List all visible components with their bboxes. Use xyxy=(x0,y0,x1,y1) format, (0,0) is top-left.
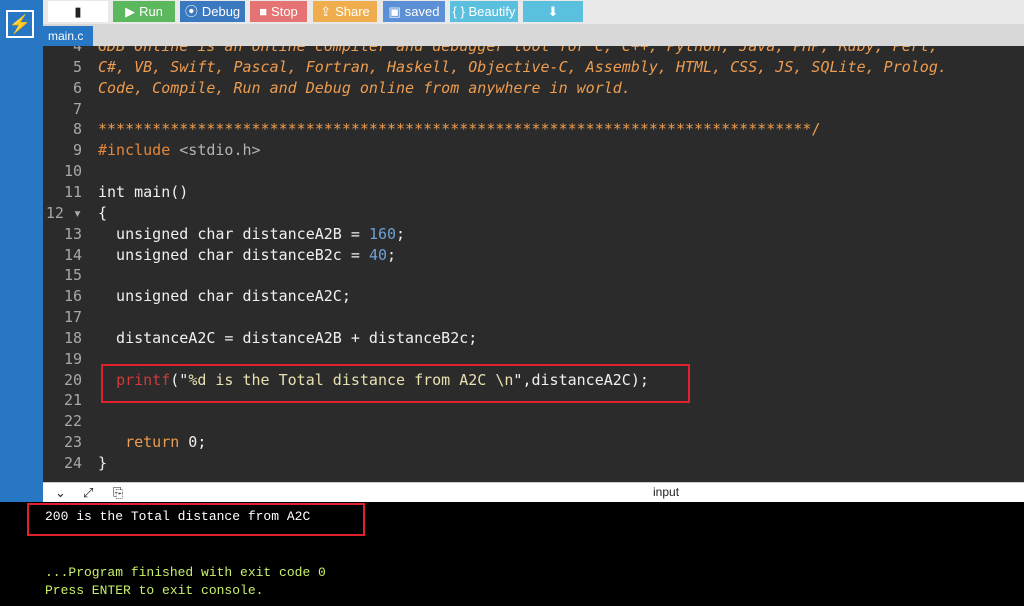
code-token: Code, Compile, Run and Debug online from… xyxy=(98,78,631,97)
line-number: 9 xyxy=(72,141,82,160)
panel-title[interactable]: input xyxy=(653,485,679,499)
line-number: 7 xyxy=(72,99,82,118)
line-number: 21 xyxy=(63,391,82,410)
beautify-label: { } Beautify xyxy=(452,4,516,19)
share-label: Share xyxy=(335,4,370,19)
code-line[interactable]: } xyxy=(98,453,107,474)
code-line[interactable]: Code, Compile, Run and Debug online from… xyxy=(98,78,631,99)
debug-label: Debug xyxy=(201,4,241,19)
save-button[interactable]: ▣ saved xyxy=(383,1,445,22)
code-token: GDB Online is an online compiler and deb… xyxy=(98,46,938,55)
code-line[interactable]: unsigned char distanceA2C; xyxy=(98,286,351,307)
save-label: saved xyxy=(404,4,440,19)
code-token: distanceA2C = distanceA2B + distanceB2c; xyxy=(98,328,478,347)
line-number: 12 ▾ xyxy=(45,203,82,222)
code-line[interactable]: int main() xyxy=(98,182,188,203)
file-button[interactable]: ▮ xyxy=(48,1,108,22)
code-line[interactable]: GDB Online is an online compiler and deb… xyxy=(98,46,938,57)
debug-button[interactable]: ⦿ Debug xyxy=(180,1,245,22)
save-icon: ▣ xyxy=(388,4,401,19)
line-number: 10 xyxy=(63,162,82,181)
line-number: 6 xyxy=(72,78,82,97)
code-token: unsigned char distanceA2B xyxy=(98,224,351,243)
code-line[interactable]: unsigned char distanceB2c = 40; xyxy=(98,245,396,266)
line-number: 16 xyxy=(63,287,82,306)
console-line: Press ENTER to exit console. xyxy=(45,583,264,598)
code-token: } xyxy=(98,454,108,472)
code-token: 0; xyxy=(179,433,207,452)
line-number: 11 xyxy=(63,182,82,201)
tab-bar: main.c xyxy=(43,24,1024,46)
code-token: unsigned char distanceA2C; xyxy=(98,287,351,306)
file-icon: ▮ xyxy=(74,4,82,19)
code-token: <stdio.h> xyxy=(179,141,261,160)
collapse-icon[interactable]: ⌄ xyxy=(55,485,66,501)
tab-main-c[interactable]: main.c xyxy=(43,26,93,46)
lightning-logo-icon[interactable]: ⚡ xyxy=(6,10,34,38)
code-token: #include xyxy=(98,141,180,160)
code-token: = xyxy=(350,224,369,243)
line-number: 14 xyxy=(63,245,82,264)
code-line[interactable]: C#, VB, Swift, Pascal, Fortran, Haskell,… xyxy=(98,57,947,78)
line-number: 22 xyxy=(63,412,82,431)
stop-label: Stop xyxy=(271,4,298,19)
code-token: C#, VB, Swift, Pascal, Fortran, Haskell,… xyxy=(98,57,947,76)
code-token: unsigned char distanceB2c xyxy=(98,245,351,264)
copy-icon[interactable]: ⎘ xyxy=(113,485,123,501)
run-label: Run xyxy=(139,4,163,19)
io-panel-bar: input ⌄ ⤢ ⎘ xyxy=(43,482,1024,502)
code-token: 40 xyxy=(368,245,387,264)
code-token: return xyxy=(125,433,180,452)
code-line[interactable]: { xyxy=(98,203,107,224)
console-line: ...Program finished with exit code 0 xyxy=(45,564,326,580)
stop-button[interactable]: ■ Stop xyxy=(250,1,307,22)
debug-icon: ⦿ xyxy=(184,4,198,19)
line-number: 20 xyxy=(63,370,82,389)
line-number: 4 xyxy=(72,46,82,55)
line-number: 8 xyxy=(72,120,82,139)
printf-highlight-box xyxy=(101,364,690,403)
code-token: ; xyxy=(387,245,397,264)
line-number: 5 xyxy=(72,57,82,76)
share-icon: ⇪ xyxy=(320,4,332,19)
beautify-button[interactable]: { } Beautify xyxy=(450,1,518,22)
share-button[interactable]: ⇪ Share xyxy=(313,1,377,22)
play-icon: ▶ xyxy=(125,4,136,19)
stop-icon: ■ xyxy=(259,4,268,19)
toolbar: ▮ ▶ Run ⦿ Debug ■ Stop ⇪ Share ▣ saved{ } Beautify… xyxy=(43,0,1024,24)
code-line[interactable]: unsigned char distanceA2B = 160; xyxy=(98,224,405,245)
download-icon: ⬇ xyxy=(547,4,559,19)
code-token: ; xyxy=(396,224,406,243)
output-highlight-box xyxy=(27,503,365,536)
line-number: 17 xyxy=(63,308,82,327)
line-number: 23 xyxy=(63,433,82,452)
code-editor[interactable]: 4 GDB Online is an online compiler and de… xyxy=(43,46,1024,482)
line-number: 13 xyxy=(63,224,82,243)
code-token: { xyxy=(98,203,108,222)
line-number: 15 xyxy=(63,266,82,285)
line-number: 24 xyxy=(63,454,82,472)
expand-icon[interactable]: ⤢ xyxy=(83,485,93,501)
code-token: 160 xyxy=(368,224,397,243)
code-line[interactable]: return 0; xyxy=(98,432,206,453)
line-number: 19 xyxy=(63,349,82,368)
line-number: 18 xyxy=(63,328,82,347)
download-button[interactable]: ⬇ xyxy=(523,1,583,22)
code-token: ****************************************… xyxy=(98,120,821,139)
code-line[interactable]: ****************************************… xyxy=(98,119,820,140)
code-token: = xyxy=(350,245,369,264)
run-button[interactable]: ▶ Run xyxy=(113,1,175,22)
code-token: int main() xyxy=(98,182,189,201)
code-line[interactable]: #include <stdio.h> xyxy=(98,140,261,161)
code-line[interactable]: distanceA2C = distanceA2B + distanceB2c; xyxy=(98,328,477,349)
